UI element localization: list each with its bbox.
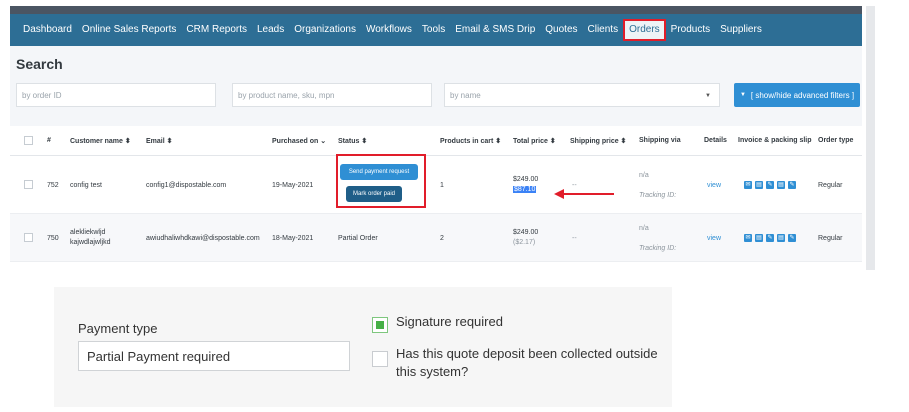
nav-workflows[interactable]: Workflows: [361, 14, 417, 46]
tracking-id: Tracking ID:: [639, 245, 677, 252]
payment-form: Payment type Partial Payment required Si…: [54, 287, 672, 407]
orders-table-header: # Customer name ⬍ Email ⬍ Purchased on ⌄…: [10, 126, 862, 156]
col-shipping-via: Shipping via: [639, 137, 681, 144]
window-top-strip: [10, 6, 862, 14]
table-row: 750 alekliekwljd kajwdlajwljkd awiudhali…: [10, 214, 862, 262]
edit-invoice-icon[interactable]: ✎: [766, 234, 774, 242]
orders-screenshot: Dashboard Online Sales Reports CRM Repor…: [10, 6, 862, 262]
select-all-checkbox[interactable]: [24, 136, 33, 145]
col-purchased-on[interactable]: Purchased on ⌄: [272, 137, 326, 145]
col-shipping-price[interactable]: Shipping price ⬍: [570, 137, 626, 145]
invoice-icons: ✉ ▤ ✎ ▤ ✎: [744, 234, 796, 242]
email-invoice-icon[interactable]: ✉: [744, 234, 752, 242]
nav-orders[interactable]: Orders: [623, 19, 666, 41]
col-number: #: [47, 137, 51, 144]
nav-products[interactable]: Products: [666, 14, 715, 46]
order-type: Regular: [818, 182, 843, 189]
order-status: Partial Order: [338, 235, 378, 242]
tracking-id: Tracking ID:: [639, 192, 677, 199]
deposit-collected-checkbox[interactable]: [372, 351, 388, 367]
signature-required-label: Signature required: [396, 314, 503, 329]
order-number: 752: [47, 182, 59, 189]
products-count: 2: [440, 235, 444, 242]
row-checkbox[interactable]: [24, 180, 33, 189]
shipping-via: n/a: [639, 172, 649, 179]
packing-slip-icon[interactable]: ▤: [777, 181, 785, 189]
total-price-sub: $87.10: [513, 186, 537, 193]
order-number: 750: [47, 235, 59, 242]
products-count: 1: [440, 182, 444, 189]
col-order-type: Order type: [818, 137, 854, 144]
order-type: Regular: [818, 235, 843, 242]
total-price: $249.00: [513, 229, 539, 236]
search-title: Search: [16, 56, 63, 72]
packing-slip-icon[interactable]: ▤: [777, 234, 785, 242]
nav-quotes[interactable]: Quotes: [540, 14, 582, 46]
order-id-input[interactable]: by order ID: [16, 83, 216, 107]
customer-email: awiudhaliwhdkawi@dispostable.com: [146, 235, 260, 242]
annotation-arrow-icon: [554, 189, 614, 199]
col-details: Details: [704, 137, 727, 144]
email-invoice-icon[interactable]: ✉: [744, 181, 752, 189]
advanced-filters-button[interactable]: ▼ [ show/hide advanced filters ]: [734, 83, 860, 107]
payment-type-label: Payment type: [78, 321, 158, 336]
invoice-pdf-icon[interactable]: ▤: [755, 234, 763, 242]
edit-packing-slip-icon[interactable]: ✎: [788, 181, 796, 189]
customer-name: config test: [70, 182, 102, 189]
nav-leads[interactable]: Leads: [252, 14, 289, 46]
nav-suppliers[interactable]: Suppliers: [715, 14, 767, 46]
chevron-down-icon: ▼: [739, 92, 746, 98]
customer-email: config1@dispostable.com: [146, 182, 227, 189]
col-total-price[interactable]: Total price ⬍: [513, 137, 556, 145]
nav-organizations[interactable]: Organizations: [289, 14, 361, 46]
send-payment-request-button[interactable]: Send payment request: [340, 164, 418, 180]
shipping-price: --: [572, 235, 577, 242]
col-invoice-packing-slip: Invoice & packing slip: [738, 137, 812, 144]
view-details-link[interactable]: view: [707, 182, 721, 189]
advanced-filters-label: [ show/hide advanced filters ]: [750, 90, 855, 100]
edit-packing-slip-icon[interactable]: ✎: [788, 234, 796, 242]
nav-tools[interactable]: Tools: [417, 14, 450, 46]
customer-name-line2: kajwdlajwljkd: [70, 239, 111, 246]
table-row: 752 config test config1@dispostable.com …: [10, 156, 862, 214]
total-price: $249.00: [513, 176, 539, 183]
name-select-placeholder: by name: [450, 91, 481, 100]
signature-required-checkbox[interactable]: [372, 317, 388, 333]
col-products-in-cart[interactable]: Products in cart ⬍: [440, 137, 501, 145]
mark-order-paid-button[interactable]: Mark order paid: [346, 186, 402, 202]
product-search-input[interactable]: by product name, sku, mpn: [232, 83, 432, 107]
page-scrollbar[interactable]: [866, 6, 875, 270]
col-email[interactable]: Email ⬍: [146, 137, 173, 145]
main-nav: Dashboard Online Sales Reports CRM Repor…: [10, 14, 862, 46]
purchased-date: 19-May-2021: [272, 182, 314, 189]
invoice-pdf-icon[interactable]: ▤: [755, 181, 763, 189]
total-price-sub-value: $87.10: [513, 186, 537, 193]
nav-email-sms-drip[interactable]: Email & SMS Drip: [450, 14, 540, 46]
deposit-collected-label-line1: Has this quote deposit been collected ou…: [396, 346, 658, 361]
nav-dashboard[interactable]: Dashboard: [18, 14, 77, 46]
row-checkbox[interactable]: [24, 233, 33, 242]
payment-type-field[interactable]: Partial Payment required: [78, 341, 350, 371]
invoice-icons: ✉ ▤ ✎ ▤ ✎: [744, 181, 796, 189]
name-select[interactable]: by name ▼: [444, 83, 720, 107]
col-status[interactable]: Status ⬍: [338, 137, 367, 145]
shipping-via: n/a: [639, 225, 649, 232]
view-details-link[interactable]: view: [707, 235, 721, 242]
customer-name-line1: alekliekwljd: [70, 229, 106, 236]
purchased-date: 18-May-2021: [272, 235, 314, 242]
nav-online-sales-reports[interactable]: Online Sales Reports: [77, 14, 182, 46]
edit-invoice-icon[interactable]: ✎: [766, 181, 774, 189]
deposit-collected-label-line2: this system?: [396, 364, 469, 379]
nav-clients[interactable]: Clients: [583, 14, 624, 46]
chevron-down-icon: ▼: [705, 93, 711, 99]
total-price-sub: ($2.17): [513, 239, 536, 246]
col-customer-name[interactable]: Customer name ⬍: [70, 137, 131, 145]
nav-crm-reports[interactable]: CRM Reports: [181, 14, 252, 46]
